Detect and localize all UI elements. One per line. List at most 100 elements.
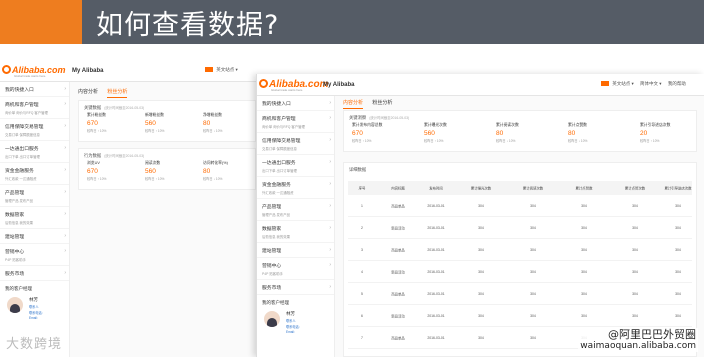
metric-label: 累计引导进店次数	[640, 123, 671, 127]
metric-block: 净增粉丝数 80 较昨日 ↓ 10%	[203, 113, 222, 133]
tab-content-analysis[interactable]: 内容分析	[78, 86, 98, 97]
table-row[interactable]: 4 新品活动 2016-03-01 304 304 304 304 304	[348, 261, 692, 283]
sidebar-item[interactable]: 营销中心 P4P 拓客助手 ›	[257, 258, 334, 280]
metric-value: 80	[203, 168, 211, 175]
sidebar-item[interactable]: 资金金融服务 外汇收款 一达通融资 ›	[0, 163, 69, 185]
sidebar-item[interactable]: 商机和客户管理 询价单 询价与RFQ 客户管理 ›	[0, 97, 69, 119]
sidebar-item[interactable]: 营销中心 P4P 拓客助手 ›	[0, 244, 69, 266]
manager-contact-line[interactable]: 联系电话:	[286, 324, 300, 329]
slide-banner: 如何查看数据?	[0, 0, 704, 44]
key-insight-card: 关键洞察 (统计时间截至2016-05-03) 累计发布内容总数 670 较昨日 ↑ …	[343, 110, 697, 152]
sidebar-item[interactable]: 数据管家 后勤信息 我的效果 ›	[0, 207, 69, 229]
sidebar-item-sub: 交易订单 保障额度信息	[5, 133, 40, 137]
top-right-menu: 英文站点 ▾	[205, 67, 238, 73]
sidebar-item[interactable]: 服务市场 ›	[257, 280, 334, 295]
sidebar-item[interactable]: 我的快捷入口 ›	[0, 82, 69, 97]
date-note: (统计时间截至2016-05-03)	[104, 154, 145, 158]
manager-contact-line[interactable]: 联系电话:	[29, 310, 43, 315]
metric-change: 较昨日 ↑ 10%	[145, 129, 165, 133]
sidebar-item-label: 信用保障交易管理	[5, 125, 44, 130]
table-row[interactable]: 1 商品单品 2016-03-01 304 304 304 304 304	[348, 195, 692, 217]
column-header: 发布时间	[429, 186, 443, 191]
table-row[interactable]: 3 商品单品 2016-03-01 304 304 304 304 304	[348, 239, 692, 261]
sidebar-item-sub: 后勤信息 我的效果	[5, 221, 34, 225]
manager-section-title: 我的客户经理	[5, 286, 32, 291]
table-cell: 304	[530, 247, 536, 252]
chevron-right-icon: ›	[64, 189, 66, 195]
table-cell: 304	[478, 291, 484, 296]
metric-value: 560	[145, 120, 156, 127]
metric-value: 20	[640, 130, 648, 137]
watermark-url: waimaoquan.alibaba.com	[580, 341, 696, 351]
table-cell: 304	[581, 203, 587, 208]
metric-label: 累计发布内容总数	[352, 123, 383, 127]
manager-contact-line[interactable]: Email:	[29, 316, 38, 320]
account-manager: 林芳联系人 联系电话: Email:	[5, 295, 69, 329]
logo-tagline: Global trade starts here.	[271, 88, 304, 92]
tab-fans-analysis[interactable]: 粉丝分析	[372, 97, 392, 108]
sidebar-item[interactable]: 一达通出口服务 出口下单 出口订单管理 ›	[0, 141, 69, 163]
sidebar-item-label: 我的快捷入口	[262, 102, 291, 107]
sidebar-item-sub: 外汇收款 一达通融资	[262, 191, 294, 195]
tab-fans-analysis[interactable]: 粉丝分析	[107, 86, 128, 98]
table-cell: 2	[361, 225, 363, 230]
sidebar-item[interactable]: 信用保障交易管理 交易订单 保障额度信息 ›	[0, 119, 69, 141]
sidebar-item[interactable]: 数据管家 后勤信息 我的效果 ›	[257, 221, 334, 243]
table-cell: 304	[478, 225, 484, 230]
metric-block: 浏览UV 670 较昨日 ↑ 10%	[87, 161, 106, 181]
manager-name: 林芳	[29, 297, 38, 302]
manager-contact-line[interactable]: 联系人	[286, 318, 296, 323]
sidebar-item-sub: 询价单 询价与RFQ 客户管理	[5, 111, 48, 115]
account-menu[interactable]: 英文站点 ▾	[216, 67, 238, 72]
behavior-data-card: 行为数据 (统计时间截至2016-05-03) 浏览UV 670 较昨日 ↑ 10% 阅…	[78, 148, 256, 190]
table-row[interactable]: 6 新品活动 2016-03-01 304 304 304 304 304	[348, 305, 692, 327]
table-cell: 304	[478, 335, 484, 340]
metric-block: 访问转化率(%) 80 较昨日 ↓ 10%	[203, 161, 228, 181]
top-right-menu: 英文站点 ▾ 简体中文 ▾ 我的帮助	[601, 81, 686, 87]
column-header: 累计点赞数	[575, 186, 593, 191]
chevron-right-icon: ›	[329, 137, 331, 143]
table-cell: 304	[530, 225, 536, 230]
chevron-right-icon: ›	[64, 233, 66, 239]
table-cell: 304	[675, 203, 681, 208]
language-menu[interactable]: 简体中文 ▾	[640, 81, 662, 86]
sidebar-item[interactable]: 资金金融服务 外汇收款 一达通融资 ›	[257, 177, 334, 199]
account-manager: 林芳 联系人 联系电话: Email:	[262, 309, 334, 343]
table-cell: 304	[675, 313, 681, 318]
sidebar-item[interactable]: 我的快捷入口 ›	[257, 96, 334, 111]
help-link[interactable]: 我的帮助	[668, 81, 686, 86]
sidebar-item[interactable]: 产品管理 管理产品 发布产品 ›	[257, 199, 334, 221]
metric-label: 访问转化率(%)	[203, 161, 228, 165]
top-bar: Alibaba.com Global trade starts here. My…	[0, 60, 260, 82]
top-bar: Alibaba.com Global trade starts here. My…	[257, 74, 704, 96]
chevron-right-icon: ›	[329, 225, 331, 231]
sidebar-item[interactable]: 产品管理 管理产品 发布产品 ›	[0, 185, 69, 207]
sidebar-item[interactable]: 信用保障交易管理 交易订单 保障额度信息 ›	[257, 133, 334, 155]
metric-change: 较昨日 ↓ 10%	[496, 139, 516, 143]
sidebar-item-label: 数据管家	[5, 213, 25, 218]
manager-contact-line[interactable]: 联系人	[29, 304, 39, 309]
tab-bar: 内容分析 粉丝分析	[78, 86, 135, 100]
sidebar-item[interactable]: 服务市场 ›	[0, 266, 69, 281]
sidebar-item-label: 资金金融服务	[262, 183, 291, 188]
sidebar-item-label: 商机和客户管理	[262, 117, 296, 122]
tab-content-analysis[interactable]: 内容分析	[343, 97, 364, 109]
avatar	[264, 311, 280, 327]
chevron-right-icon: ›	[64, 145, 66, 151]
manager-contact-line[interactable]: Email:	[286, 330, 295, 334]
sidebar-item[interactable]: 建站管理 ›	[0, 229, 69, 244]
sidebar-item[interactable]: 一达通出口服务 出口下单 出口订单管理 ›	[257, 155, 334, 177]
account-menu[interactable]: 英文站点 ▾	[612, 81, 634, 86]
sidebar-item-label: 营销中心	[5, 250, 25, 255]
table-cell: 304	[478, 247, 484, 252]
table-cell: 304	[478, 203, 484, 208]
sidebar-item[interactable]: 建站管理 ›	[257, 243, 334, 258]
table-row[interactable]: 5 商品单品 2016-03-01 304 304 304 304 304	[348, 283, 692, 305]
table-cell: 304	[530, 335, 536, 340]
column-header: 累计引导进店次数	[664, 186, 692, 191]
column-header: 内容标题	[391, 186, 405, 191]
sidebar: 我的快捷入口 › 商机和客户管理 询价单 询价与RFQ 客户管理 › 信用保障交易管理 交易…	[0, 82, 70, 357]
table-row[interactable]: 2 新品活动 2016-03-01 304 304 304 304 304	[348, 217, 692, 239]
sidebar-item[interactable]: 商机和客户管理 询价单 询价与RFQ 客户管理 ›	[257, 111, 334, 133]
sidebar-item-sub: 出口下单 出口订单管理	[262, 169, 297, 173]
